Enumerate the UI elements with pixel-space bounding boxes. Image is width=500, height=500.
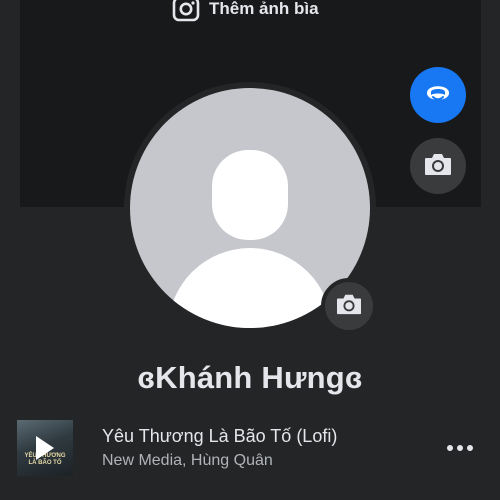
profile-music[interactable]: YÊU THƯƠNG LÀ BÃO TỐ Yêu Thương Là Bão T… (17, 418, 487, 478)
more-options-button[interactable] (442, 436, 478, 460)
avatar-face-icon (423, 78, 453, 113)
song-title: Yêu Thương Là Bão Tố (Lofi) (102, 426, 338, 446)
add-cover-photo-button[interactable]: Thêm ảnh bìa (172, 0, 319, 24)
more-horizontal-icon (447, 445, 453, 451)
avatar-head-silhouette (212, 150, 288, 240)
avatar-creator-button[interactable] (410, 67, 466, 123)
camera-icon (172, 0, 200, 22)
profile-name: ɞKhánh Hưngɞ (137, 360, 363, 395)
camera-icon (335, 292, 363, 321)
play-icon[interactable] (36, 436, 54, 460)
song-artist: New Media, Hùng Quân (102, 452, 273, 469)
camera-icon (423, 151, 453, 182)
add-cover-photo-label: Thêm ảnh bìa (209, 0, 319, 18)
avatar-body-silhouette (168, 248, 332, 328)
update-profile-picture-button[interactable] (321, 278, 377, 334)
cover-camera-button[interactable] (410, 138, 466, 194)
song-cover-art[interactable]: YÊU THƯƠNG LÀ BÃO TỐ (17, 420, 73, 476)
